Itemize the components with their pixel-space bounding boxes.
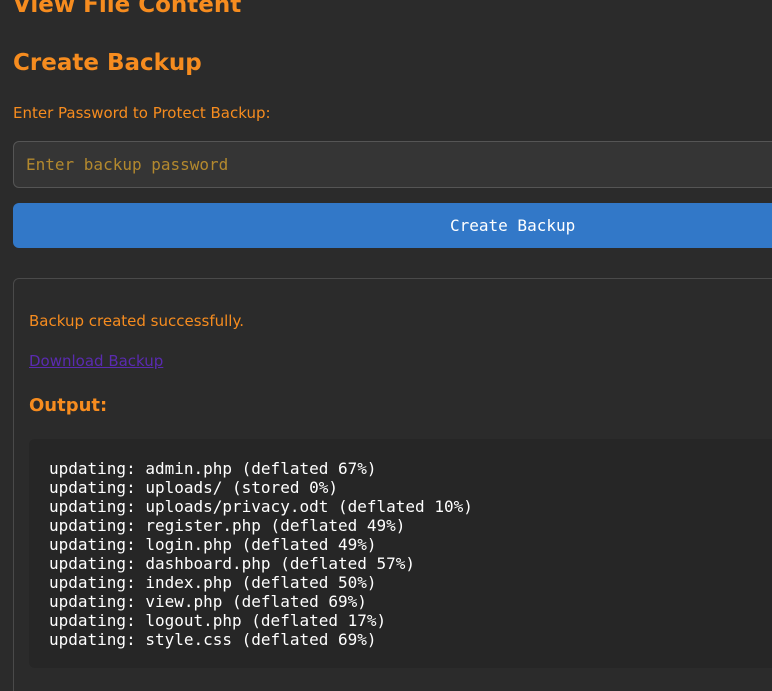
password-label: Enter Password to Protect Backup: [13, 104, 271, 122]
view-file-content-heading: View File Content [13, 0, 242, 18]
output-line: updating: logout.php (deflated 17%) [49, 611, 387, 630]
output-line: updating: view.php (deflated 69%) [49, 592, 367, 611]
create-backup-button[interactable]: Create Backup [13, 203, 772, 248]
output-line: updating: style.css (deflated 69%) [49, 630, 377, 649]
create-backup-heading: Create Backup [13, 50, 202, 76]
output-line: updating: uploads/privacy.odt (deflated … [49, 497, 473, 516]
success-message: Backup created successfully. [29, 312, 244, 330]
download-backup-link[interactable]: Download Backup [29, 351, 163, 371]
output-line: updating: dashboard.php (deflated 57%) [49, 554, 416, 573]
output-line: updating: index.php (deflated 50%) [49, 573, 377, 592]
backup-password-input[interactable] [13, 141, 772, 188]
backup-page: View File Content Create Backup Enter Pa… [0, 0, 772, 691]
output-line: updating: login.php (deflated 49%) [49, 535, 377, 554]
output-log: updating: admin.php (deflated 67%) updati… [29, 439, 772, 668]
output-line: updating: register.php (deflated 49%) [49, 516, 406, 535]
output-line: updating: admin.php (deflated 67%) [49, 459, 377, 478]
output-heading: Output: [29, 395, 108, 416]
output-line: updating: uploads/ (stored 0%) [49, 478, 338, 497]
